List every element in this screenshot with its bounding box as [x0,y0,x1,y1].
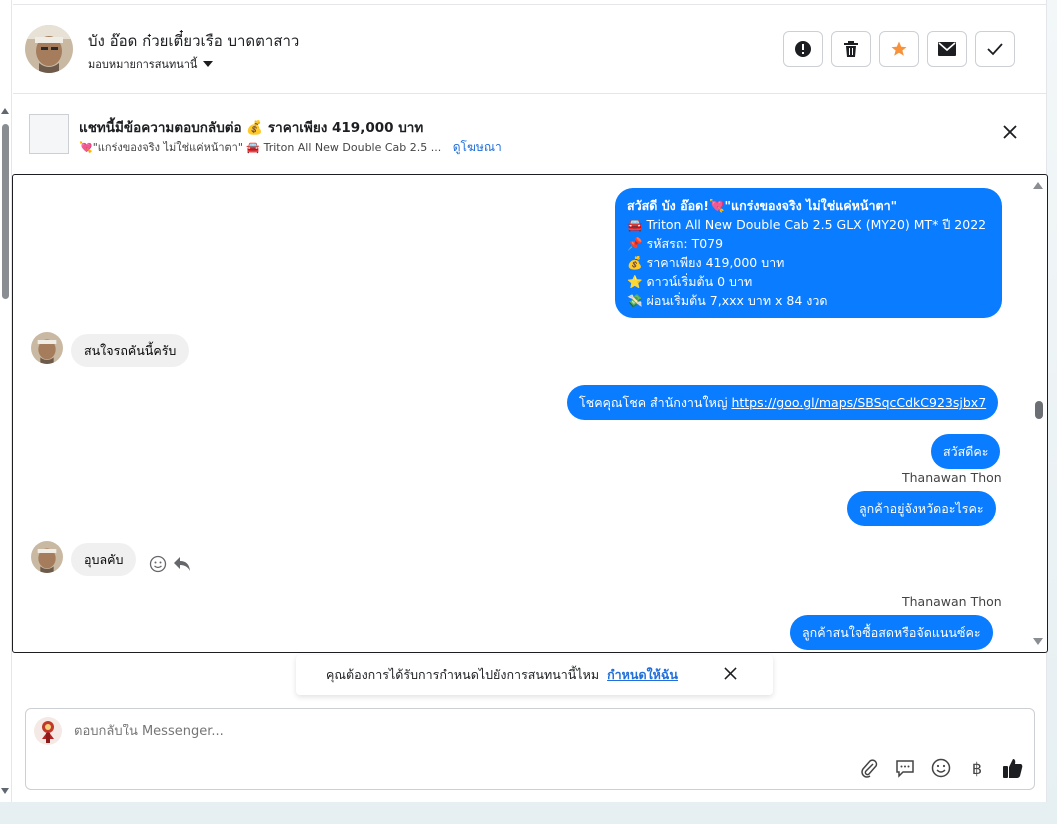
reply-input[interactable] [74,724,774,739]
caret-down-icon [203,61,214,67]
message-outgoing[interactable]: สวัสดีคะ [931,434,1001,469]
contact-avatar[interactable] [25,25,73,73]
assign-dropdown[interactable]: มอบหมายการสนทนานี้ [88,55,214,73]
scroll-down-icon[interactable] [1033,638,1043,645]
ad-thumbnail[interactable] [29,114,69,154]
message-incoming[interactable]: อุบลคับ [71,543,137,576]
message-thread[interactable]: สวัสดี บัง อ๊อด!💘"แกร่งของจริง ไม่ใช่แค่… [12,174,1048,653]
report-button[interactable] [783,31,823,67]
mark-unread-button[interactable] [927,31,967,67]
assign-label: มอบหมายการสนทนานี้ [88,58,198,71]
trash-icon [844,41,858,57]
star-icon [891,41,907,56]
composer-toolbar: ฿ [858,757,1024,779]
mark-done-button[interactable] [975,31,1015,67]
message-line: สวัสดี บัง อ๊อด!💘"แกร่งของจริง ไม่ใช่แค่… [627,198,898,213]
envelope-icon [938,42,956,56]
react-icon[interactable] [149,555,167,577]
assign-prompt: คุณต้องการได้รับการกำหนดไปยังการสนทนานี้… [296,655,773,695]
thumbs-up-icon[interactable] [1002,757,1024,779]
delete-button[interactable] [831,31,871,67]
message-line: 💰 ราคาเพียง 419,000 บาท [627,255,785,270]
scroll-thumb[interactable] [1035,401,1043,419]
assign-to-me-link[interactable]: กำหนดให้ฉัน [607,665,678,685]
message-line: 💸 ผ่อนเริ่มต้น 7,xxx บาท x 84 งวด [627,293,828,308]
left-scrollbar[interactable] [0,0,12,802]
assign-prompt-text: คุณต้องการได้รับการกำหนดไปยังการสนทนานี้… [326,667,600,682]
message-outgoing[interactable]: ลูกค้าสนใจซื้อสดหรือจัดแนนซ์คะ [790,615,993,650]
checkmark-icon [987,43,1003,56]
message-text: โชคคุณโชค สำนักงานใหญ่ [579,395,732,410]
ad-subtitle: 💘"แกร่งของจริง ไม่ใช่แค่หน้าตา" 🚘 Triton… [79,141,442,154]
message-line: ⭐ ดาวน์เริ่มต้น 0 บาท [627,274,753,289]
sender-name: Thanawan Thon [902,470,1002,485]
contact-avatar[interactable] [31,332,63,364]
message-incoming[interactable]: สนใจรถคันนี้ครับ [71,334,190,367]
maps-link[interactable]: https://goo.gl/maps/SBSqcCdkC923sjbx7 [731,395,986,410]
contact-avatar[interactable] [31,541,63,573]
reply-icon[interactable] [173,556,191,576]
scroll-down-icon[interactable] [1,788,9,794]
conversation-header: บัง อ๊อด ก๋วยเตี๋ยวเรือ บาดตาสาว มอบหมาย… [13,4,1047,94]
ad-subtitle-row: 💘"แกร่งของจริง ไม่ใช่แค่หน้าตา" 🚘 Triton… [79,138,502,157]
message-outgoing[interactable]: สวัสดี บัง อ๊อด!💘"แกร่งของจริง ไม่ใช่แค่… [615,188,1002,318]
ad-title: แชทนี้มีข้อความตอบกลับต่อ 💰 ราคาเพียง 41… [79,120,424,136]
payment-icon[interactable]: ฿ [966,757,988,779]
sender-name: Thanawan Thon [902,594,1002,609]
star-button[interactable] [879,31,919,67]
page-avatar [34,717,62,745]
message-outgoing[interactable]: ลูกค้าอยู่จังหวัดอะไรคะ [847,491,996,526]
scroll-up-icon[interactable] [1,108,9,114]
message-line: 📌 รหัสรถ: T079 [627,236,724,251]
message-line: 🚘 Triton All New Double Cab 2.5 GLX (MY2… [627,217,987,232]
message-outgoing[interactable]: โชคคุณโชค สำนักงานใหญ่ https://goo.gl/ma… [567,385,999,420]
emoji-icon[interactable] [930,757,952,779]
scroll-thumb[interactable] [2,124,9,299]
ad-context-banner: แชทนี้มีข้อความตอบกลับต่อ 💰 ราคาเพียง 41… [13,96,1047,172]
attachment-icon[interactable] [858,757,880,779]
saved-replies-icon[interactable] [894,757,916,779]
scroll-up-icon[interactable] [1033,182,1043,189]
close-icon[interactable] [1003,124,1017,143]
header-actions [783,31,1015,67]
view-ad-link[interactable]: ดูโฆษณา [453,140,502,154]
contact-name: บัง อ๊อด ก๋วยเตี๋ยวเรือ บาดตาสาว [88,32,300,50]
reply-composer: ฿ [25,708,1035,790]
inbox-panel: บัง อ๊อด ก๋วยเตี๋ยวเรือ บาดตาสาว มอบหมาย… [0,0,1048,802]
close-icon[interactable] [724,667,737,683]
alert-icon [795,41,811,57]
